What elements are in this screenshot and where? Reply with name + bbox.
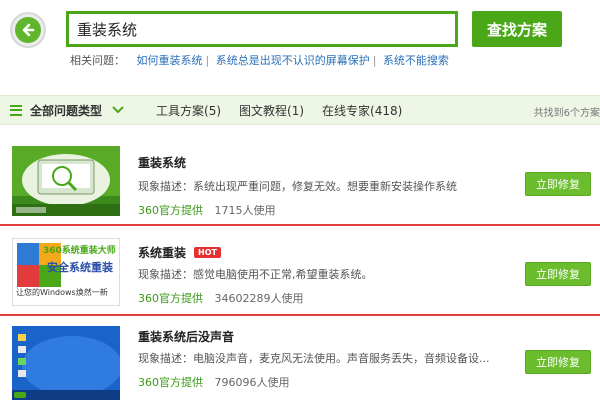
result-thumbnail bbox=[12, 326, 120, 400]
tab-tools[interactable]: 工具方案(5) bbox=[156, 102, 221, 119]
result-usage: 1715人使用 bbox=[214, 204, 276, 217]
fix-now-button[interactable]: 立即修复 bbox=[525, 262, 591, 286]
search-field[interactable] bbox=[66, 11, 458, 47]
result-description: 现象描述：电脑没声音，麦克风无法使用。声音服务丢失，音频设备设... bbox=[138, 352, 490, 365]
result-usage: 796096人使用 bbox=[214, 376, 290, 389]
all-types-dropdown[interactable]: 全部问题类型 bbox=[30, 102, 102, 119]
result-description: 现象描述：系统出现严重问题，修复无效。想要重新安装操作系统 bbox=[138, 180, 457, 193]
result-source: 360官方提供 bbox=[138, 376, 203, 389]
result-item: 360系统重装大师 安全系统重装 让您的Windows焕然一新 系统重装 HOT … bbox=[0, 228, 600, 316]
thumb-brand: 360系统重装大师 bbox=[43, 244, 116, 256]
result-meta: 360官方提供 796096人使用 bbox=[138, 374, 290, 390]
result-count: 共找到6个方案 bbox=[533, 108, 600, 119]
thumb-tagline: 安全系统重装 bbox=[47, 260, 113, 274]
result-title[interactable]: 重装系统后没声音 bbox=[138, 328, 234, 345]
related-link[interactable]: 系统总是出现不认识的屏幕保护 bbox=[216, 54, 370, 67]
related-link[interactable]: 系统不能搜索 bbox=[383, 54, 449, 67]
search-input[interactable] bbox=[77, 20, 447, 38]
fix-now-button[interactable]: 立即修复 bbox=[525, 350, 591, 374]
result-item: 重装系统后没声音 现象描述：电脑没声音，麦克风无法使用。声音服务丢失，音频设备设… bbox=[0, 320, 600, 400]
thumb-slogan: 让您的Windows焕然一新 bbox=[16, 287, 108, 297]
fix-now-button[interactable]: 立即修复 bbox=[525, 172, 591, 196]
hot-badge: HOT bbox=[194, 247, 221, 258]
related-link[interactable]: 如何重装系统 bbox=[137, 54, 203, 67]
result-thumbnail: 360系统重装大师 安全系统重装 让您的Windows焕然一新 bbox=[12, 238, 120, 306]
result-meta: 360官方提供 34602289人使用 bbox=[138, 290, 304, 306]
result-title[interactable]: 重装系统 bbox=[138, 154, 186, 171]
result-source: 360官方提供 bbox=[138, 204, 203, 217]
result-description: 现象描述：感觉电脑使用不正常,希望重装系统。 bbox=[138, 268, 373, 281]
tab-tutorials[interactable]: 图文教程(1) bbox=[239, 102, 304, 119]
list-icon bbox=[10, 104, 22, 116]
filter-bar: 全部问题类型 工具方案(5) 图文教程(1) 在线专家(418) 共找到6个方案 bbox=[0, 95, 600, 125]
result-thumbnail bbox=[12, 146, 120, 216]
back-arrow-icon bbox=[15, 17, 41, 43]
result-source: 360官方提供 bbox=[138, 292, 203, 305]
result-title[interactable]: 系统重装 HOT bbox=[138, 244, 221, 261]
result-usage: 34602289人使用 bbox=[214, 292, 304, 305]
result-item: 重装系统 现象描述：系统出现严重问题，修复无效。想要重新安装操作系统 360官方… bbox=[0, 126, 600, 226]
related-questions: 相关问题： 如何重装系统 | 系统总是出现不认识的屏幕保护 | 系统不能搜索 bbox=[70, 54, 449, 67]
result-meta: 360官方提供 1715人使用 bbox=[138, 202, 276, 218]
chevron-down-icon[interactable] bbox=[112, 104, 124, 116]
search-button[interactable]: 查找方案 bbox=[472, 11, 562, 47]
result-title-text[interactable]: 系统重装 bbox=[138, 246, 186, 260]
tab-experts[interactable]: 在线专家(418) bbox=[322, 102, 402, 119]
related-label: 相关问题： bbox=[70, 54, 125, 67]
back-button[interactable] bbox=[10, 12, 46, 48]
